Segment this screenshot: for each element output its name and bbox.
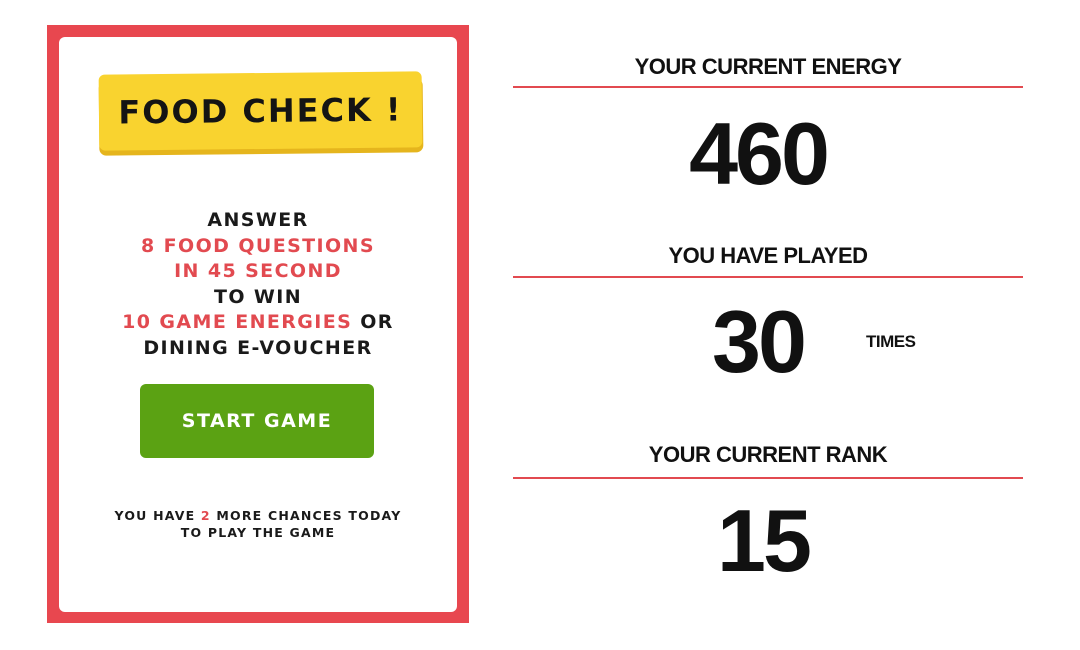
start-game-button[interactable]: START GAME bbox=[140, 384, 374, 458]
chances-line-2: TO PLAY THE GAME bbox=[180, 525, 336, 540]
game-title: FOOD CHECK ! bbox=[118, 90, 403, 132]
game-card: FOOD CHECK ! ANSWER 8 FOOD QUESTIONS IN … bbox=[59, 37, 457, 612]
played-divider bbox=[513, 276, 1023, 278]
energy-value: 460 bbox=[689, 104, 830, 203]
title-banner: FOOD CHECK ! bbox=[98, 71, 423, 151]
desc-time: IN 45 SECOND bbox=[174, 260, 342, 282]
chances-prefix: YOU HAVE bbox=[114, 508, 201, 523]
played-unit: TIMES bbox=[866, 332, 916, 351]
energy-label: YOUR CURRENT ENERGY bbox=[634, 54, 902, 79]
desc-voucher: DINING E-VOUCHER bbox=[143, 336, 373, 359]
played-label: YOU HAVE PLAYED bbox=[668, 243, 868, 268]
chances-remaining: YOU HAVE 2 MORE CHANCES TODAY TO PLAY TH… bbox=[59, 507, 457, 541]
desc-or: OR bbox=[352, 311, 394, 333]
desc-to-win: TO WIN bbox=[213, 285, 303, 308]
chances-line-1: YOU HAVE 2 MORE CHANCES TODAY bbox=[59, 507, 457, 524]
played-value: 30 bbox=[712, 292, 807, 391]
desc-answer: ANSWER bbox=[207, 209, 309, 231]
rank-value: 15 bbox=[717, 491, 812, 590]
rank-divider bbox=[513, 477, 1023, 479]
rank-label: YOUR CURRENT RANK bbox=[648, 442, 888, 467]
chances-count: 2 bbox=[200, 508, 211, 523]
game-card-frame: FOOD CHECK ! ANSWER 8 FOOD QUESTIONS IN … bbox=[47, 25, 469, 623]
energy-divider bbox=[513, 86, 1023, 88]
desc-energies: 10 GAME ENERGIES bbox=[122, 311, 353, 333]
chances-suffix: MORE CHANCES TODAY bbox=[210, 508, 402, 523]
game-description: ANSWER 8 FOOD QUESTIONS IN 45 SECOND TO … bbox=[59, 208, 457, 361]
desc-reward-line: 10 GAME ENERGIES OR bbox=[59, 310, 457, 336]
desc-questions: 8 FOOD QUESTIONS bbox=[141, 234, 375, 257]
